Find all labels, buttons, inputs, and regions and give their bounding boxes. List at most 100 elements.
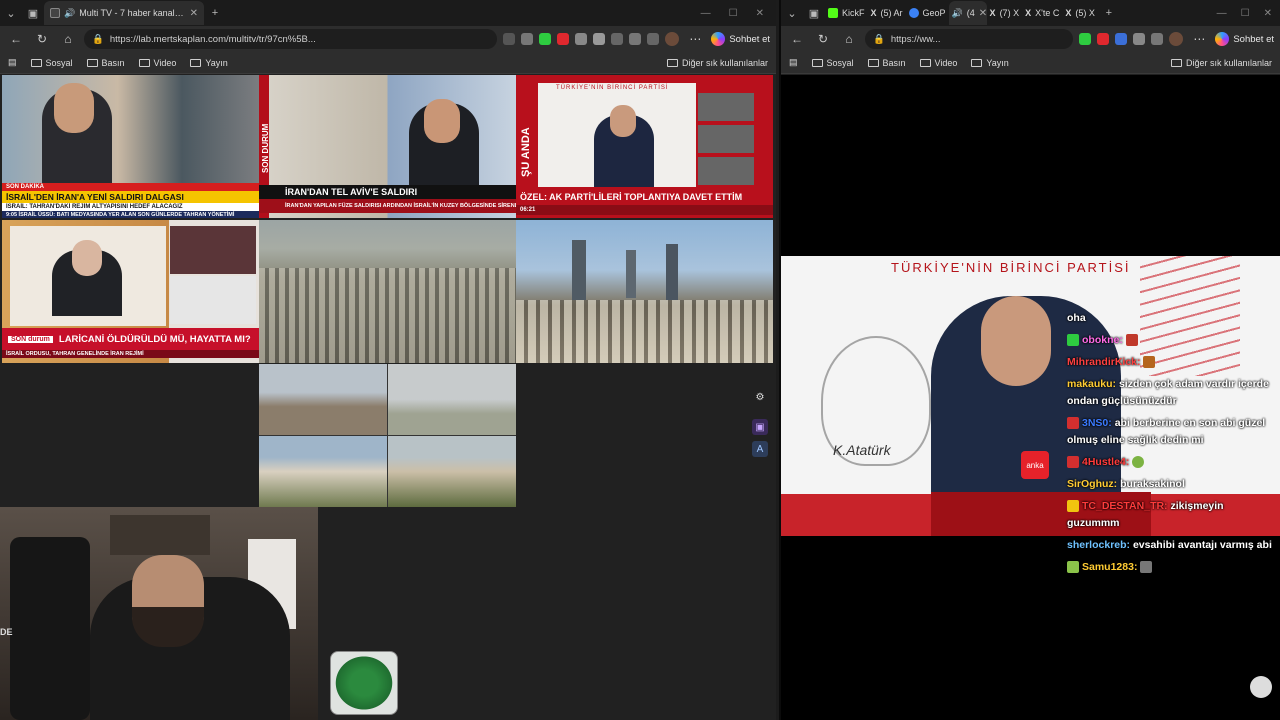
minimize-icon[interactable]: — (701, 8, 711, 19)
tile1-sub: İSRAİL: TAHRAN'DAKİ REJİM ALTYAPISINI HE… (2, 203, 259, 211)
maximize-icon[interactable]: ☐ (729, 8, 738, 19)
chat-message: makauku: sizden çok adam vardır içerde o… (1067, 376, 1277, 410)
copilot-button[interactable]: Sohbet et (711, 32, 770, 46)
back-icon[interactable]: ← (6, 32, 26, 46)
chat-message: sherlockreb: evsahibi avantajı varmış ab… (1067, 537, 1277, 554)
tab-x-3[interactable]: X X'te C (1022, 1, 1062, 25)
city-texture (259, 268, 516, 363)
maximize-icon[interactable]: ☐ (1241, 8, 1250, 19)
stage-banner: TÜRKİYE'NİN BİRİNCİ PARTİSİ (891, 260, 1131, 275)
tab-x-4[interactable]: X (5) X (1062, 1, 1098, 25)
copilot-button[interactable]: Sohbet et (1215, 32, 1274, 46)
more-icon[interactable]: ⋯ (685, 32, 705, 46)
emote-icon (1140, 561, 1153, 574)
url-text: https://lab.mertskaplan.com/multitv/tr/9… (109, 33, 316, 45)
tile4-crawl: İSRAİL ORDUSU, TAHRAN GENELİNDE İRAN REJ… (2, 350, 259, 358)
bookmark-video[interactable]: Video (138, 58, 176, 68)
tv-tile-7-quad[interactable] (259, 364, 516, 507)
extension-icon[interactable] (557, 33, 570, 45)
address-bar[interactable]: 🔒 https://ww... (865, 29, 1074, 49)
home-icon[interactable]: ⌂ (58, 32, 78, 46)
close-tab-icon[interactable]: ✕ (979, 8, 987, 19)
bookmark-label: Sosyal (826, 57, 854, 68)
bookmark-yayin[interactable]: Yayın (190, 58, 228, 68)
chat-user: 3NS0: (1082, 417, 1112, 429)
tv-tile-5-city[interactable] (259, 220, 516, 363)
extension-icon[interactable] (1115, 33, 1128, 45)
bookmark-basin[interactable]: Basın (86, 58, 125, 68)
side-thumbs (698, 93, 754, 189)
home-icon[interactable]: ⌂ (839, 32, 859, 46)
speaker-face (981, 296, 1051, 386)
close-window-icon[interactable]: ✕ (1264, 8, 1272, 19)
tab-actions-icon[interactable]: ⌄ (781, 2, 803, 24)
extension-icon[interactable] (1097, 33, 1110, 45)
bookmark-video[interactable]: Video (919, 58, 957, 68)
bookmark-label: Diğer sık kullanılanlar (681, 57, 768, 68)
speaker-icon: 🔊 (64, 7, 76, 18)
tab-kick[interactable]: KickF (825, 1, 868, 25)
minimize-icon[interactable]: — (1217, 8, 1227, 19)
translate-icon[interactable]: A (752, 441, 768, 457)
collections-icon[interactable] (647, 33, 660, 45)
sidebar-icon[interactable]: ▤ (789, 57, 798, 68)
chat-user: 4Hustle4: (1082, 456, 1130, 468)
back-icon[interactable]: ← (787, 32, 807, 46)
favorites-icon[interactable] (629, 33, 642, 45)
extension-icon[interactable] (1133, 33, 1146, 45)
address-bar[interactable]: 🔒 https://lab.mertskaplan.com/multitv/tr… (84, 29, 498, 49)
side-thumb (170, 226, 256, 274)
bookmark-sosyal[interactable]: Sosyal (811, 57, 854, 68)
other-bookmarks[interactable]: Diğer sık kullanılanlar (1170, 58, 1272, 68)
sidebar-icon[interactable]: ▤ (8, 57, 17, 68)
tab-geop[interactable]: GeoP (906, 1, 949, 25)
workspaces-icon[interactable]: ▣ (22, 2, 44, 24)
extension-icon[interactable] (521, 33, 534, 45)
close-tab-icon[interactable]: ✕ (190, 8, 198, 19)
cam-label: DE (0, 627, 13, 637)
avatar[interactable] (665, 32, 680, 46)
more-icon[interactable]: ⋯ (1189, 32, 1209, 46)
refresh-icon[interactable]: ↻ (32, 32, 52, 46)
tab-actions-icon[interactable]: ⌄ (0, 2, 22, 24)
close-window-icon[interactable]: ✕ (756, 8, 764, 19)
tab-x-1[interactable]: X (5) Ar (868, 1, 906, 25)
bookmark-basin[interactable]: Basın (867, 58, 906, 68)
tab-x-2[interactable]: X (7) X (987, 1, 1023, 25)
settings-gear-icon[interactable]: ⚙ (752, 389, 768, 405)
bookmark-sosyal[interactable]: Sosyal (30, 58, 73, 68)
split-screen-icon[interactable] (1151, 33, 1164, 45)
extension-icon[interactable] (503, 33, 516, 45)
tab-active[interactable]: 🔊 (4 ✕ (948, 1, 987, 25)
tv-tile-6-city[interactable] (516, 220, 773, 363)
tv-tile-1[interactable]: SON DAKİKA İSRAİL'DEN İRAN'A YENİ SALDIR… (2, 75, 259, 218)
refresh-icon[interactable]: ↻ (813, 32, 833, 46)
tv-tile-2[interactable]: SON DURUM İRAN'DAN TEL AVİV'E SALDIRI İR… (259, 75, 516, 218)
workspaces-icon[interactable]: ▣ (803, 2, 825, 24)
extension-icon[interactable] (539, 33, 552, 45)
folder-icon (867, 58, 879, 67)
extension-icon[interactable] (575, 33, 588, 45)
tv-tile-4[interactable]: SON durum LARİCANİ ÖLDÜRÜLDÜ MÜ, HAYATTA… (2, 220, 259, 363)
other-bookmarks[interactable]: Diğer sık kullanılanlar (666, 57, 768, 68)
split-screen-icon[interactable] (611, 33, 624, 45)
extension-icon[interactable] (1079, 33, 1092, 45)
new-tab-button[interactable]: + (204, 2, 226, 24)
chat-message: 4Hustle4: (1067, 454, 1277, 471)
twitch-extension-icon[interactable]: ▣ (752, 419, 768, 435)
new-tab-button[interactable]: + (1098, 2, 1120, 24)
copilot-label: Sohbet et (1233, 33, 1274, 45)
tab-title: (4 (966, 8, 975, 18)
tile1-headline: İSRAİL'DEN İRAN'A YENİ SALDIRI DALGASI (2, 191, 259, 203)
right-browser-window: ⌄ ▣ KickF X (5) Ar GeoP 🔊 (4 ✕ X (7) X X X'te… (779, 0, 1280, 720)
avatar[interactable] (1169, 32, 1184, 46)
bookmark-yayin[interactable]: Yayın (971, 58, 1009, 68)
chat-message: TC_DESTAN_TR: zikişmeyin guzummm (1067, 498, 1277, 532)
extension-icon[interactable] (593, 33, 606, 45)
right-tab-bar: ⌄ ▣ KickF X (5) Ar GeoP 🔊 (4 ✕ X (7) X X X'te… (781, 0, 1280, 26)
donation-jar (330, 651, 398, 715)
tv-tile-3[interactable]: ŞU ANDA TÜRKİYE'NİN BİRİNCİ PARTİSİ ÖZEL… (516, 75, 773, 218)
chat-text: buraksakinol (1120, 478, 1185, 490)
tab-favicon-icon (50, 8, 60, 18)
tab-multitv[interactable]: 🔊 Multi TV - 7 haber kanalını ay ✕ (44, 1, 204, 25)
